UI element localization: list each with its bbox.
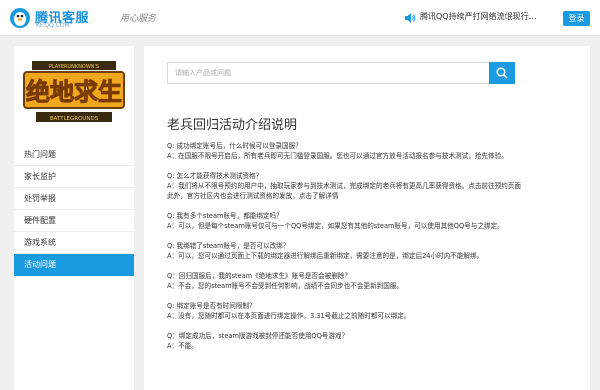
faq-answer-extra: 此外，官方社区内也会进行测试资格的发放，点击了解详情 <box>167 192 339 200</box>
top-header: 腾讯客服 KF.QQ.COM 用心服务 腾讯QQ持续严打网络流氓现行… 登录 <box>0 0 600 36</box>
sidebar-item-system[interactable]: 游戏系统 <box>14 232 134 254</box>
banner-top-text: PLAYERUNKNOWN'S <box>49 64 99 70</box>
sidebar-item-report[interactable]: 处罚举报 <box>14 188 134 210</box>
notice-text: 腾讯QQ持续严打网络流氓现行… <box>420 12 537 21</box>
faq-answer: A：没有，您随时都可以在本页面进行绑定操作，3.31号截止之前随时都可以绑定。 <box>167 312 411 320</box>
sidebar: PLAYERUNKNOWN'S 绝地求生 BATTLEGROUNDS 热门问题 … <box>14 46 134 390</box>
page-title: 老兵回归活动介绍说明 <box>167 118 298 133</box>
speaker-icon <box>405 13 416 23</box>
tencent-penguin-icon <box>10 8 30 28</box>
slogan: 用心服务 <box>120 14 157 24</box>
banner-bottom-text: BATTLEGROUNDS <box>50 116 99 122</box>
faq-item: Q: 成功绑定账号后，什么时候可以登录国服？ A：在国服不限号开启后，所有老兵即… <box>167 141 577 161</box>
main-content: 老兵回归活动介绍说明 Q: 成功绑定账号后，什么时候可以登录国服？ A：在国服不… <box>144 46 590 390</box>
faq-answer: A：可以，您可以通过页面上下载的绑定器进行解绑后重新绑定，需要注意的是，绑定后2… <box>167 252 484 260</box>
login-button[interactable]: 登录 <box>563 11 590 26</box>
faq-question: Q：回归国服后，我的steam《绝地求生》账号是否会被删除？ <box>167 272 351 280</box>
search-button[interactable] <box>489 62 515 84</box>
faq-question: Q: 怎么才能获得技术测试资格？ <box>167 172 263 180</box>
faq-answer: A：我们将从不限号预约的用户中，抽取玩家参与到技术测试，完成绑定的老兵将有更高几… <box>167 182 521 190</box>
search-icon <box>496 67 508 79</box>
faq-answer: A：可以，但是每个steam账号仅可与一个QQ号绑定，如果您有其他的steam账… <box>167 222 504 230</box>
notice-ticker[interactable]: 腾讯QQ持续严打网络流氓现行… <box>404 11 544 25</box>
tencent-kf-logo[interactable]: 腾讯客服 KF.QQ.COM <box>8 6 108 32</box>
faq-question: Q: 我有多个steam账号，都能绑定吗？ <box>167 212 283 220</box>
faq-question: Q: 成功绑定账号后，什么时候可以登录国服？ <box>167 142 302 150</box>
logo-subtitle: KF.QQ.COM <box>36 22 70 29</box>
pubg-game-logo: PLAYERUNKNOWN'S 绝地求生 BATTLEGROUNDS <box>20 56 128 132</box>
faq-item: Q: 我有多个steam账号，都能绑定吗？ A：可以，但是每个steam账号仅可… <box>167 211 577 231</box>
faq-answer: A：在国服不限号开启后，所有老兵即可无门槛登录国服。您也可以通过官方放号活动报名… <box>167 152 508 160</box>
faq-question: Q：绑定成功后，steam版游戏被封停还能否使用QQ号游戏？ <box>167 332 349 340</box>
faq-item: Q: 绑定账号是否有时间限制？ A：没有，您随时都可以在本页面进行绑定操作，3.… <box>167 301 577 321</box>
sidebar-item-parental[interactable]: 家长监护 <box>14 166 134 188</box>
search-input[interactable] <box>167 62 489 84</box>
faq-question: Q: 绑定账号是否有时间限制？ <box>167 302 256 310</box>
faq-list: Q: 成功绑定账号后，什么时候可以登录国服？ A：在国服不限号开启后，所有老兵即… <box>167 141 577 361</box>
faq-item: Q: 我绑错了steam账号，是否可以改绑？ A：可以，您可以通过页面上下载的绑… <box>167 241 577 261</box>
category-nav: 热门问题 家长监护 处罚举报 硬件配置 游戏系统 活动问题 <box>14 144 134 276</box>
faq-item: Q：绑定成功后，steam版游戏被封停还能否使用QQ号游戏？ A：不能。 <box>167 331 577 351</box>
faq-answer: A：不会，您的steam账号不会受到任何影响，战绩不会同步也不会更新到国服。 <box>167 282 404 290</box>
faq-question: Q: 我绑错了steam账号，是否可以改绑？ <box>167 242 290 250</box>
sidebar-item-events[interactable]: 活动问题 <box>14 254 134 276</box>
banner-title-text: 绝地求生 <box>26 78 122 106</box>
sidebar-item-hot[interactable]: 热门问题 <box>14 144 134 166</box>
sidebar-item-hardware[interactable]: 硬件配置 <box>14 210 134 232</box>
faq-item: Q：回归国服后，我的steam《绝地求生》账号是否会被删除？ A：不会，您的st… <box>167 271 577 291</box>
search-bar <box>167 62 515 84</box>
faq-item: Q: 怎么才能获得技术测试资格？ A：我们将从不限号预约的用户中，抽取玩家参与到… <box>167 171 577 201</box>
faq-answer: A：不能。 <box>167 342 198 350</box>
